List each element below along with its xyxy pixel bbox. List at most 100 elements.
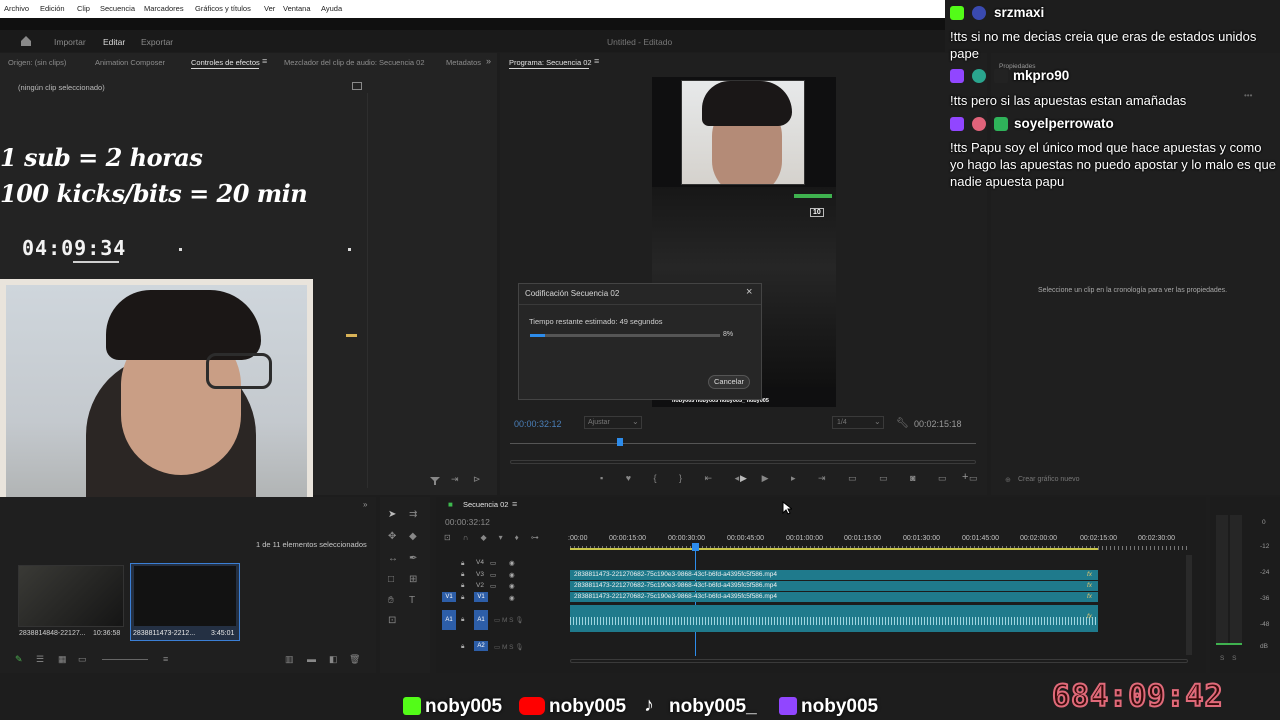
source-patch-v1[interactable]: V1 <box>442 592 456 602</box>
lock-icon[interactable]: 🔒︎ <box>461 643 464 651</box>
eye-icon[interactable]: ◉ <box>509 559 515 567</box>
export-icon[interactable]: ⇥ <box>451 474 459 485</box>
sequence-close-icon[interactable]: ■ <box>448 500 453 509</box>
automate-icon[interactable]: ▥ <box>285 654 294 665</box>
meter-bar-left <box>1216 515 1228 645</box>
caption-tool-icon[interactable]: ⊡ <box>388 615 396 626</box>
meter-solo-buttons[interactable]: S S <box>1220 655 1236 662</box>
eye-icon[interactable]: ◉ <box>509 571 515 579</box>
menu-marcadores[interactable]: Marcadores <box>144 4 184 13</box>
lock-icon[interactable]: 🔒︎ <box>461 560 464 568</box>
audio-clip-a1[interactable]: fx <box>570 605 1098 632</box>
quality-select[interactable]: 1/4 ⌄ <box>832 416 884 429</box>
sequence-tab[interactable]: Secuencia 02 <box>463 500 508 509</box>
menu-edicion[interactable]: Edición <box>40 4 65 13</box>
program-menu-icon[interactable]: ≡ <box>594 56 599 66</box>
track-a2[interactable]: A2 <box>474 641 488 651</box>
panel-menu-icon[interactable]: ≡ <box>262 56 267 66</box>
menu-clip[interactable]: Clip <box>77 4 90 13</box>
freeform-view-icon[interactable]: ▭ <box>78 654 87 665</box>
menu-secuencia[interactable]: Secuencia <box>100 4 135 13</box>
eye-icon[interactable]: ◉ <box>509 582 515 590</box>
tab-animation-composer[interactable]: Animation Composer <box>95 58 165 67</box>
sync-icon[interactable]: ▭ <box>490 582 496 590</box>
timeline-timecode[interactable]: 00:00:32:12 <box>445 517 490 527</box>
menu-ver[interactable]: Ver <box>264 4 275 13</box>
track-a1-controls[interactable]: ▭ M S 🎙︎ <box>494 616 524 624</box>
rectangle-tool-icon[interactable]: □ <box>388 574 394 585</box>
pen-tool-icon[interactable]: ✒ <box>409 553 417 564</box>
tab-origen[interactable]: Origen: (sin clips) <box>8 58 66 67</box>
lock-icon[interactable]: 🔒︎ <box>461 616 464 624</box>
home-icon[interactable] <box>20 35 32 47</box>
timeline-scrollbar[interactable] <box>570 659 1188 663</box>
track-select-icon[interactable]: ⇉ <box>409 509 417 520</box>
sort-icon[interactable]: ≡ <box>163 654 168 664</box>
tab-metadatos[interactable]: Metadatos <box>446 58 481 67</box>
menu-archivo[interactable]: Archivo <box>4 4 29 13</box>
cancel-button[interactable]: Cancelar <box>708 375 750 389</box>
new-graphic-button[interactable]: Crear gráfico nuevo <box>1018 476 1079 483</box>
add-button-icon[interactable]: + <box>962 471 968 483</box>
play-button[interactable]: ▶ <box>740 473 747 484</box>
pencil-icon[interactable]: ✎ <box>15 654 23 665</box>
filter-icon[interactable] <box>430 476 440 486</box>
slip-tool-icon[interactable]: ↔ <box>388 553 398 564</box>
tab-mezclador[interactable]: Mezclador del clip de audio: Secuencia 0… <box>284 58 425 67</box>
work-area-bar[interactable] <box>570 548 1098 550</box>
track-a1[interactable]: A1 <box>474 610 488 630</box>
quality-label: 1/4 <box>837 419 847 426</box>
new-bin-icon[interactable]: ▬ <box>307 654 316 664</box>
track-v2[interactable]: V2 <box>476 582 484 589</box>
tab-exportar[interactable]: Exportar <box>141 37 173 47</box>
zoom-slider[interactable] <box>102 659 148 660</box>
trash-icon[interactable]: 🗑︎ <box>349 654 360 665</box>
wrench-icon[interactable]: 🔧︎ <box>896 418 909 429</box>
track-v1[interactable]: V1 <box>474 592 488 602</box>
razor-icon[interactable]: ◆ <box>409 531 417 542</box>
more-tabs-icon[interactable]: » <box>363 500 367 509</box>
menu-ventana[interactable]: Ventana <box>283 4 311 13</box>
scrub-playhead[interactable] <box>617 438 623 446</box>
icon-view-icon[interactable]: ▦ <box>58 654 67 665</box>
lock-icon[interactable]: 🔒︎ <box>461 582 464 590</box>
lock-icon[interactable]: 🔒︎ <box>461 594 464 602</box>
track-v3[interactable]: V3 <box>476 571 484 578</box>
video-clip-v1[interactable]: 2838811473-221270682-75c190e3-9868-43cf-… <box>570 592 1098 602</box>
source-patch-a1[interactable]: A1 <box>442 610 456 630</box>
close-icon[interactable]: × <box>746 286 752 298</box>
sync-icon[interactable]: ▭ <box>490 559 496 567</box>
list-view-icon[interactable]: ☰ <box>36 654 44 665</box>
type-tool-icon[interactable]: T <box>409 595 415 606</box>
sync-icon[interactable]: ▭ <box>490 571 496 579</box>
hand-tool-icon[interactable]: ✋︎ <box>388 595 394 606</box>
remix-tool-icon[interactable]: ⊞ <box>409 574 417 585</box>
sequence-menu-icon[interactable]: ≡ <box>512 499 517 509</box>
more-tabs-icon[interactable]: » <box>486 56 491 66</box>
track-v4[interactable]: V4 <box>476 559 484 566</box>
menu-ayuda[interactable]: Ayuda <box>321 4 342 13</box>
tab-importar[interactable]: Importar <box>54 37 86 47</box>
playhead-handle[interactable] <box>692 543 699 551</box>
panel-toggle-icon[interactable] <box>352 82 362 90</box>
timeline-vertical-scroll[interactable] <box>1186 555 1192 655</box>
project-item-thumb-1[interactable] <box>18 565 124 627</box>
tab-editar[interactable]: Editar <box>103 37 125 47</box>
ruler-label: :00:00 <box>568 535 588 542</box>
lock-icon[interactable]: 🔒︎ <box>461 571 464 579</box>
fit-select[interactable]: Ajustar ⌄ <box>584 416 642 429</box>
zoom-scrollbar[interactable] <box>510 460 976 464</box>
menu-graficos[interactable]: Gráficos y títulos <box>195 4 251 13</box>
video-clip-v3[interactable]: 2838811473-221270682-75c190e3-9868-43cf-… <box>570 570 1098 580</box>
selection-tool-icon[interactable]: ➤ <box>388 509 396 520</box>
eye-icon[interactable]: ◉ <box>509 594 515 602</box>
settings-icon[interactable]: ⊳ <box>473 474 481 485</box>
track-a2-controls[interactable]: ▭ M S 🎙︎ <box>494 643 524 651</box>
new-graphic-icon[interactable]: ⊕ <box>1005 476 1011 484</box>
new-item-icon[interactable]: ◧ <box>329 654 338 665</box>
scrub-bar[interactable] <box>510 443 976 444</box>
ripple-edit-icon[interactable]: ✥ <box>388 531 396 542</box>
tab-controles-efectos[interactable]: Controles de efectos <box>191 58 260 67</box>
video-clip-v2[interactable]: 2838811473-221270682-75c190e3-9868-43cf-… <box>570 581 1098 591</box>
program-timecode[interactable]: 00:00:32:12 <box>514 419 562 429</box>
